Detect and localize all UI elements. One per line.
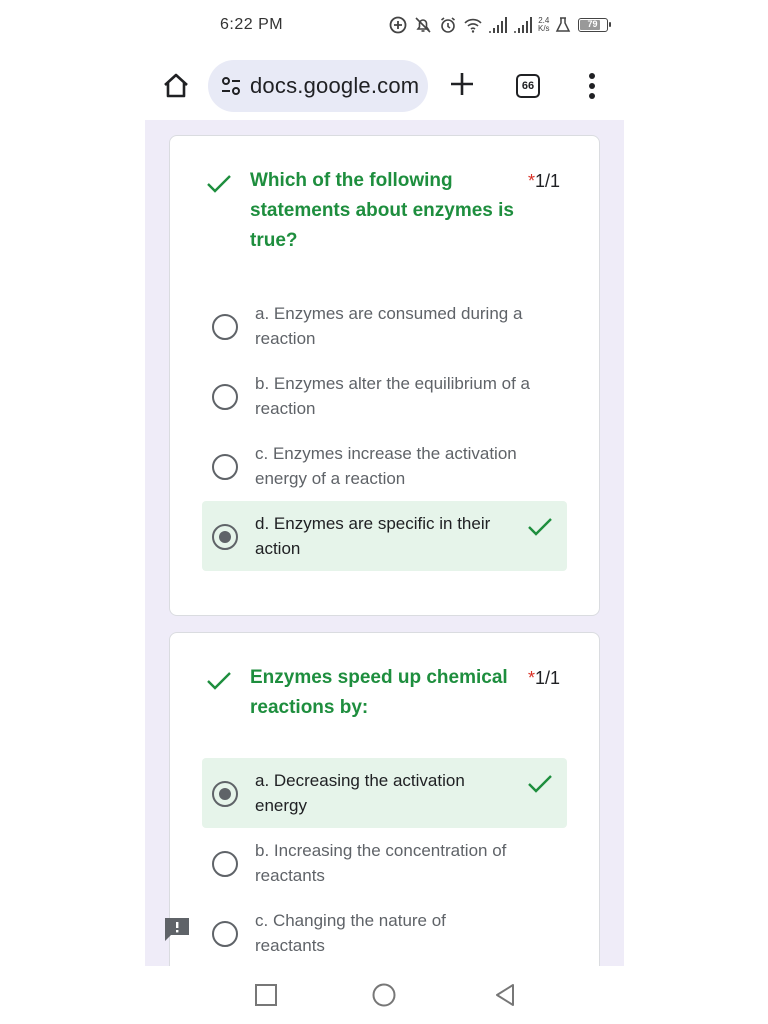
site-settings-icon[interactable] [220, 75, 242, 97]
form-page: Which of the following statements about … [145, 120, 624, 966]
option-label: a. Enzymes are consumed during a reactio… [255, 304, 523, 348]
net-speed-unit: K/s [538, 24, 550, 33]
system-nav-bar [0, 966, 768, 1024]
question-card: Which of the following statements about … [169, 135, 600, 616]
option-label: b. Enzymes alter the equilibrium of a re… [255, 374, 530, 418]
recents-icon[interactable] [253, 982, 279, 1008]
option-c[interactable]: c. Changing the nature of reactants [202, 898, 567, 966]
bell-off-icon [415, 17, 431, 33]
correct-check-icon [528, 518, 552, 536]
option-label: a. Decreasing the activation energy [255, 771, 465, 815]
score-value: 1/1 [535, 668, 561, 688]
url-text[interactable]: docs.google.com [250, 73, 419, 99]
radio-button[interactable] [212, 314, 238, 340]
question-score: *1/1 [528, 166, 560, 196]
home-circle-icon[interactable] [371, 982, 397, 1008]
home-icon[interactable] [160, 70, 192, 102]
radio-button[interactable] [212, 384, 238, 410]
question-title: Which of the following statements about … [250, 170, 514, 251]
radio-button-selected[interactable] [212, 524, 238, 550]
lab-icon [555, 17, 570, 32]
new-tab-icon[interactable] [448, 70, 476, 98]
wifi-icon [464, 18, 482, 33]
correct-check-icon [528, 775, 552, 793]
option-label: c. Changing the nature of reactants [255, 911, 446, 955]
status-time: 6:22 PM [220, 16, 284, 33]
correct-check-icon [207, 672, 231, 690]
signal-icon [514, 17, 532, 33]
add-circle-icon [389, 16, 407, 34]
radio-button[interactable] [212, 921, 238, 947]
status-bar: 6:22 PM 2.4 K/s 79 [0, 0, 768, 52]
back-icon[interactable] [492, 982, 518, 1008]
net-speed: 2.4 K/s [538, 17, 550, 33]
question-score: *1/1 [528, 663, 560, 693]
required-mark: * [528, 171, 536, 191]
radio-button[interactable] [212, 851, 238, 877]
option-a[interactable]: a. Enzymes are consumed during a reactio… [202, 291, 567, 361]
option-d[interactable]: d. Enzymes are specific in their action [202, 501, 567, 571]
question-title: Enzymes speed up chemical reactions by: [250, 667, 508, 718]
signal-icon [489, 17, 507, 33]
option-b[interactable]: b. Increasing the concentration of react… [202, 828, 567, 898]
battery-icon: 79 [577, 18, 611, 32]
option-a[interactable]: a. Decreasing the activation energy [202, 758, 567, 828]
battery-level: 79 [587, 19, 598, 29]
option-label: b. Increasing the concentration of react… [255, 841, 507, 885]
menu-icon[interactable] [588, 72, 596, 100]
status-icons: 2.4 K/s 79 [388, 14, 611, 36]
feedback-icon[interactable] [163, 915, 191, 943]
alarm-icon [441, 17, 455, 33]
score-value: 1/1 [535, 171, 561, 191]
browser-toolbar: docs.google.com 66 [0, 56, 768, 116]
option-b[interactable]: b. Enzymes alter the equilibrium of a re… [202, 361, 567, 431]
radio-button[interactable] [212, 454, 238, 480]
question-card: Enzymes speed up chemical reactions by: … [169, 632, 600, 966]
option-c[interactable]: c. Enzymes increase the activation energ… [202, 431, 567, 501]
correct-check-icon [207, 175, 231, 193]
tab-switcher-button[interactable]: 66 [516, 74, 540, 98]
option-label: d. Enzymes are specific in their action [255, 514, 491, 558]
option-label: c. Enzymes increase the activation energ… [255, 444, 517, 488]
url-bar[interactable]: docs.google.com [208, 60, 428, 112]
radio-button-selected[interactable] [212, 781, 238, 807]
required-mark: * [528, 668, 536, 688]
